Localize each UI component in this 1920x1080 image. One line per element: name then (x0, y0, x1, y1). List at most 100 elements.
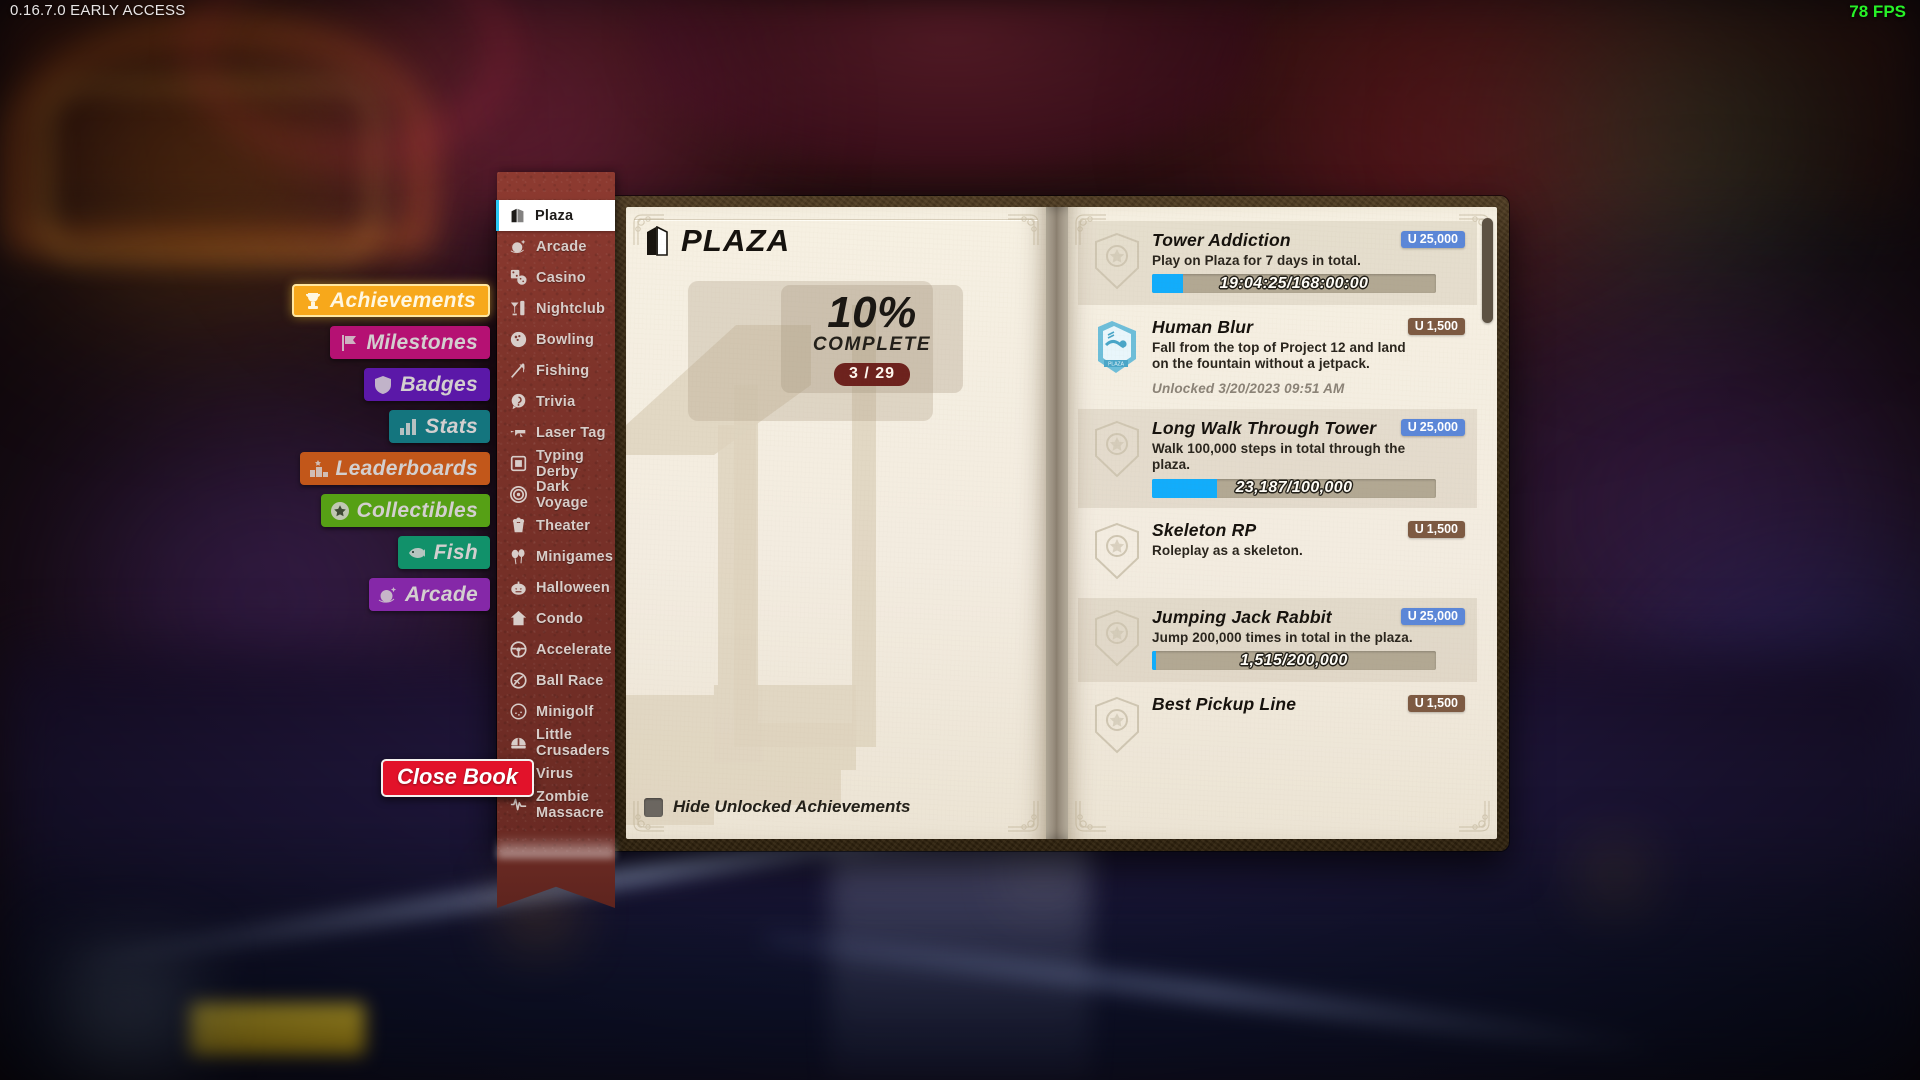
page-title: PLAZA (681, 223, 790, 259)
book-tab-little-crusaders[interactable]: Little Crusaders (497, 727, 615, 758)
book-tab-minigolf[interactable]: Minigolf (497, 696, 615, 727)
book-tab-ball-race[interactable]: Ball Race (497, 665, 615, 696)
achievement-scrollbar-track[interactable] (1482, 215, 1493, 831)
close-book-button[interactable]: Close Book (381, 759, 534, 797)
book-tab-trivia[interactable]: Trivia (497, 386, 615, 417)
popcorn-icon (510, 517, 527, 534)
book-tab-condo[interactable]: Condo (497, 603, 615, 634)
achievement-row[interactable]: Tower AddictionPlay on Plaza for 7 days … (1078, 221, 1477, 305)
category-button-label: Milestones (366, 331, 478, 355)
category-button-stats[interactable]: Stats (389, 410, 490, 443)
checkbox-box[interactable] (644, 798, 663, 817)
book-tab-label: Bowling (536, 332, 594, 348)
achievement-row[interactable]: Skeleton RPRoleplay as a skeleton.U1,500 (1078, 511, 1477, 595)
achievement-badge-icon (1092, 522, 1142, 580)
book-tab-nightclub[interactable]: Nightclub (497, 293, 615, 324)
currency-symbol: U (1415, 696, 1424, 710)
book-tab-label: Dark Voyage (536, 479, 615, 511)
corner-ornament-br (1006, 799, 1040, 833)
category-button-fish[interactable]: Fish (398, 536, 490, 569)
keyboard-icon (510, 455, 527, 472)
book-tab-label: Accelerate (536, 642, 612, 658)
category-button-leaderboards[interactable]: Leaderboards (300, 452, 490, 485)
book-tab-label: Minigames (536, 549, 613, 565)
page-title-group: PLAZA (644, 223, 790, 259)
achievement-row[interactable]: PLAZAHuman BlurFall from the top of Proj… (1078, 308, 1477, 406)
tower-icon (644, 226, 670, 256)
book-pages: PLAZA 10% COMPLETE 3 / 29 Hide Unlocked … (626, 207, 1497, 839)
star-circle-icon (330, 501, 350, 521)
category-button-label: Badges (400, 373, 478, 397)
achievement-reward-badge: U1,500 (1408, 521, 1465, 538)
book-tab-theater[interactable]: Theater (497, 510, 615, 541)
question-icon (510, 393, 527, 410)
book-tab-fishing[interactable]: Fishing (497, 355, 615, 386)
book-spine-gutter (1046, 207, 1068, 839)
category-button-label: Achievements (330, 289, 476, 313)
reward-amount: 1,500 (1427, 696, 1458, 710)
book-tab-arcade[interactable]: Arcade (497, 231, 615, 262)
book-tab-casino[interactable]: Casino (497, 262, 615, 293)
completion-percent: 10% (827, 292, 917, 334)
category-menu: Achievements Milestones Badges Stats Leaderb… (0, 284, 490, 611)
achievement-row[interactable]: Best Pickup LineU1,500 (1078, 685, 1477, 769)
book-tab-label: Little Crusaders (536, 727, 615, 759)
book-tab-accelerate[interactable]: Accelerate (497, 634, 615, 665)
planet-icon (378, 585, 398, 605)
achievement-row[interactable]: Jumping Jack RabbitJump 200,000 times in… (1078, 598, 1477, 682)
achievements-book: Plaza Arcade Casino Nightclub Bowling Fishing… (497, 196, 1509, 851)
currency-symbol: U (1415, 319, 1424, 333)
book-tab-dark-voyage[interactable]: Dark Voyage (497, 479, 615, 510)
shield-icon (373, 375, 393, 395)
category-button-collectibles[interactable]: Collectibles (321, 494, 490, 527)
laser-gun-icon (510, 424, 527, 441)
reward-amount: 1,500 (1427, 522, 1458, 536)
achievement-scrollbar-thumb[interactable] (1482, 218, 1493, 323)
book-tab-plaza[interactable]: Plaza (496, 200, 615, 231)
bowling-icon (510, 331, 527, 348)
book-tab-label: Fishing (536, 363, 589, 379)
book-left-page: PLAZA 10% COMPLETE 3 / 29 Hide Unlocked … (626, 207, 1046, 839)
hide-unlocked-checkbox[interactable]: Hide Unlocked Achievements (644, 797, 910, 817)
book-tab-label: Nightclub (536, 301, 605, 317)
completion-label: COMPLETE (813, 334, 931, 356)
book-tab-label: Zombie Massacre (536, 789, 615, 821)
reward-amount: 25,000 (1420, 609, 1458, 623)
fps-counter: 78 FPS (1849, 2, 1906, 22)
achievement-badge-icon (1092, 420, 1142, 478)
reward-amount: 1,500 (1427, 319, 1458, 333)
page-header-rule (634, 219, 1038, 221)
fish-icon (407, 543, 427, 563)
category-button-achievements[interactable]: Achievements (292, 284, 490, 317)
achievement-reward-badge: U1,500 (1408, 695, 1465, 712)
svg-text:PLAZA: PLAZA (1108, 362, 1125, 368)
achievement-reward-badge: U25,000 (1401, 231, 1465, 248)
target-icon (510, 486, 527, 503)
bar-chart-icon (398, 417, 418, 437)
category-button-label: Collectibles (357, 499, 478, 523)
book-tab-minigames[interactable]: Minigames (497, 541, 615, 572)
achievement-progress-text: 23,187/100,000 (1152, 479, 1436, 498)
pumpkin-icon (510, 579, 527, 596)
achievement-description: Play on Plaza for 7 days in total. (1152, 253, 1414, 269)
book-tab-laser-tag[interactable]: Laser Tag (497, 417, 615, 448)
book-tab-label: Arcade (536, 239, 587, 255)
book-tab-typing-derby[interactable]: Typing Derby (497, 448, 615, 479)
book-tab-label: Halloween (536, 580, 610, 596)
book-tab-bowling[interactable]: Bowling (497, 324, 615, 355)
category-button-milestones[interactable]: Milestones (330, 326, 490, 359)
podium-icon (309, 459, 329, 479)
achievement-description: Jump 200,000 times in total in the plaza… (1152, 630, 1414, 646)
category-button-arcade[interactable]: Arcade (369, 578, 490, 611)
category-button-badges[interactable]: Badges (364, 368, 490, 401)
book-tab-halloween[interactable]: Halloween (497, 572, 615, 603)
achievement-row[interactable]: Long Walk Through TowerWalk 100,000 step… (1078, 409, 1477, 508)
category-button-label: Fish (434, 541, 478, 565)
fishing-rod-icon (510, 362, 527, 379)
achievement-progress-text: 1,515/200,000 (1152, 651, 1436, 670)
achievement-description: Walk 100,000 steps in total through the … (1152, 441, 1414, 474)
currency-symbol: U (1415, 522, 1424, 536)
achievement-progress-text: 19:04:25/168:00:00 (1152, 274, 1436, 293)
book-right-page: Tower AddictionPlay on Plaza for 7 days … (1068, 207, 1497, 839)
dice-icon (510, 269, 527, 286)
